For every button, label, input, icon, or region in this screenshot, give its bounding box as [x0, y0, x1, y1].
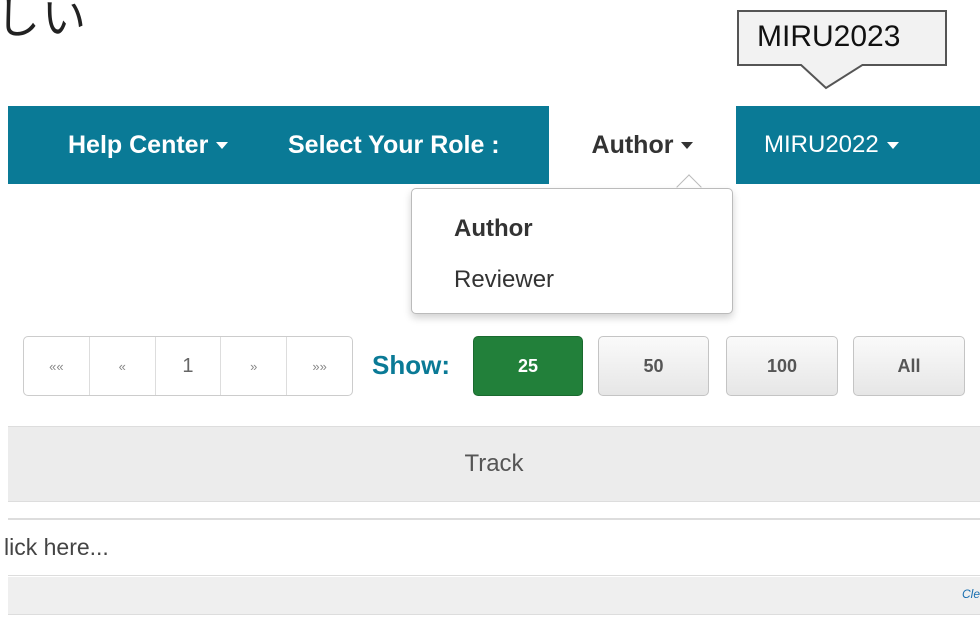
role-option-author[interactable]: Author [454, 215, 533, 243]
help-center-label: Help Center [68, 130, 209, 159]
role-option-reviewer[interactable]: Reviewer [454, 266, 554, 294]
page-1-button[interactable]: 1 [156, 337, 222, 395]
clear-link[interactable]: Cle [962, 587, 980, 601]
conference-label: MIRU2022 [764, 131, 879, 158]
show-label: Show: [372, 350, 450, 380]
callout-text: MIRU2023 [757, 20, 901, 53]
track-filter-row[interactable]: lick here... [4, 518, 980, 576]
role-selector[interactable]: Author [549, 106, 736, 184]
caret-down-icon [216, 141, 229, 149]
show-25-button[interactable]: 25 [473, 336, 583, 396]
clear-row: Cle [8, 577, 980, 615]
conference-selector[interactable]: MIRU2022 [764, 106, 899, 184]
pagination: «« « 1 » »» [23, 336, 353, 396]
role-dropdown-menu: Author Reviewer [411, 188, 733, 314]
first-page-button[interactable]: «« [24, 337, 90, 395]
show-all-button[interactable]: All [853, 336, 965, 396]
filter-placeholder: lick here... [4, 534, 109, 560]
select-role-label: Select Your Role : [288, 130, 500, 159]
show-100-button[interactable]: 100 [726, 336, 838, 396]
caret-down-icon [886, 141, 899, 149]
track-column-header[interactable]: Track [8, 426, 980, 502]
annotation-callout: MIRU2023 [737, 10, 947, 66]
help-center-menu[interactable]: Help Center [68, 106, 229, 184]
prev-page-button[interactable]: « [90, 337, 156, 395]
top-navbar: Help Center Select Your Role : Author MI… [8, 106, 980, 184]
show-50-button[interactable]: 50 [598, 336, 709, 396]
handwritten-corner-text: しい [0, 0, 88, 44]
caret-down-icon [681, 141, 694, 149]
callout-pointer [800, 64, 864, 90]
next-page-button[interactable]: » [221, 337, 288, 395]
role-selector-label: Author [591, 130, 674, 159]
last-page-button[interactable]: »» [287, 337, 352, 395]
